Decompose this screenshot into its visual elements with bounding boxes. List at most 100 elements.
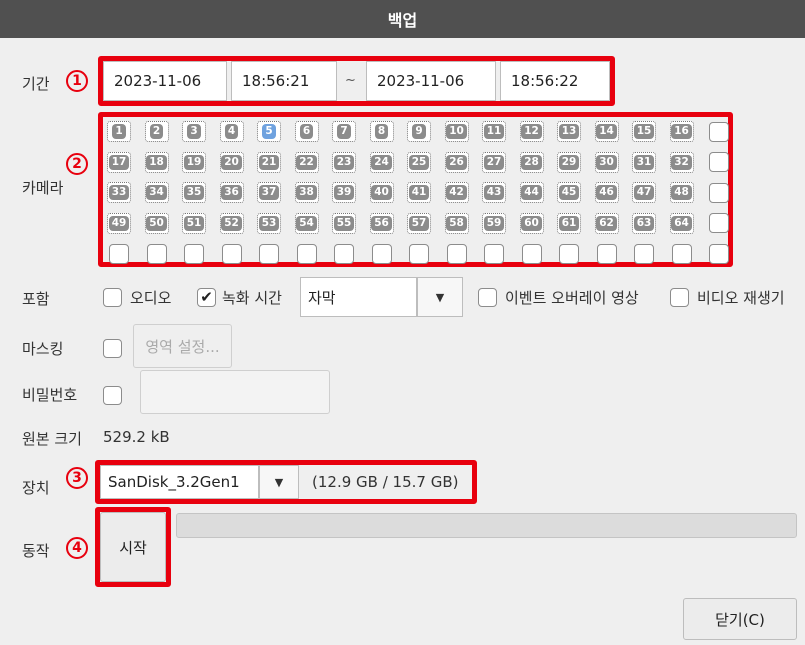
camera-29-toggle[interactable]: 29 (555, 150, 583, 175)
camera-column-14-checkbox[interactable] (593, 241, 621, 266)
password-input[interactable] (140, 370, 330, 414)
camera-column-11-checkbox[interactable] (480, 241, 508, 266)
camera-25-toggle[interactable]: 25 (405, 150, 433, 175)
camera-column-9-checkbox[interactable] (405, 241, 433, 266)
camera-34-toggle[interactable]: 34 (143, 180, 171, 205)
camera-24-toggle[interactable]: 24 (368, 150, 396, 175)
camera-43-toggle[interactable]: 43 (480, 180, 508, 205)
camera-36-toggle[interactable]: 36 (218, 180, 246, 205)
audio-checkbox[interactable] (103, 288, 122, 307)
camera-38-toggle[interactable]: 38 (293, 180, 321, 205)
camera-23-toggle[interactable]: 23 (330, 150, 358, 175)
camera-35-toggle[interactable]: 35 (180, 180, 208, 205)
camera-54-toggle[interactable]: 54 (293, 211, 321, 236)
camera-row-2-checkbox[interactable] (705, 150, 733, 175)
camera-18-toggle[interactable]: 18 (143, 150, 171, 175)
camera-20-toggle[interactable]: 20 (218, 150, 246, 175)
camera-column-4-checkbox[interactable] (218, 241, 246, 266)
area-setting-button[interactable]: 영역 설정... (133, 324, 232, 368)
camera-column-7-checkbox[interactable] (330, 241, 358, 266)
camera-58-toggle[interactable]: 58 (443, 211, 471, 236)
camera-22-toggle[interactable]: 22 (293, 150, 321, 175)
camera-57-toggle[interactable]: 57 (405, 211, 433, 236)
camera-all-checkbox[interactable] (705, 241, 733, 266)
camera-37-toggle[interactable]: 37 (255, 180, 283, 205)
rec-time-mode-select[interactable]: 자막 (300, 277, 417, 317)
camera-26-toggle[interactable]: 26 (443, 150, 471, 175)
close-button[interactable]: 닫기(C) (683, 598, 797, 640)
camera-column-6-checkbox[interactable] (293, 241, 321, 266)
camera-14-toggle[interactable]: 14 (593, 119, 621, 144)
device-dropdown[interactable]: ▼ (259, 465, 299, 499)
camera-31-toggle[interactable]: 31 (630, 150, 658, 175)
camera-47-toggle[interactable]: 47 (630, 180, 658, 205)
camera-17-toggle[interactable]: 17 (105, 150, 133, 175)
camera-6-toggle[interactable]: 6 (293, 119, 321, 144)
camera-column-10-checkbox[interactable] (443, 241, 471, 266)
camera-46-toggle[interactable]: 46 (593, 180, 621, 205)
camera-2-toggle[interactable]: 2 (143, 119, 171, 144)
camera-10-toggle[interactable]: 10 (443, 119, 471, 144)
camera-41-toggle[interactable]: 41 (405, 180, 433, 205)
camera-55-toggle[interactable]: 55 (330, 211, 358, 236)
camera-27-toggle[interactable]: 27 (480, 150, 508, 175)
camera-12-toggle[interactable]: 12 (518, 119, 546, 144)
camera-column-3-checkbox[interactable] (180, 241, 208, 266)
camera-11-toggle[interactable]: 11 (480, 119, 508, 144)
camera-48-toggle[interactable]: 48 (668, 180, 696, 205)
camera-44-toggle[interactable]: 44 (518, 180, 546, 205)
camera-7-toggle[interactable]: 7 (330, 119, 358, 144)
camera-column-12-checkbox[interactable] (518, 241, 546, 266)
camera-42-toggle[interactable]: 42 (443, 180, 471, 205)
start-button[interactable]: 시작 (100, 512, 166, 582)
camera-9-toggle[interactable]: 9 (405, 119, 433, 144)
password-checkbox[interactable] (103, 386, 122, 405)
camera-column-8-checkbox[interactable] (368, 241, 396, 266)
event-overlay-checkbox[interactable] (478, 288, 497, 307)
end-date-field[interactable]: 2023-11-06 (366, 61, 496, 101)
camera-51-toggle[interactable]: 51 (180, 211, 208, 236)
camera-53-toggle[interactable]: 53 (255, 211, 283, 236)
camera-28-toggle[interactable]: 28 (518, 150, 546, 175)
start-time-field[interactable]: 18:56:21 (231, 61, 337, 101)
camera-33-toggle[interactable]: 33 (105, 180, 133, 205)
start-date-field[interactable]: 2023-11-06 (103, 61, 227, 101)
end-time-field[interactable]: 18:56:22 (500, 61, 610, 101)
camera-32-toggle[interactable]: 32 (668, 150, 696, 175)
camera-19-toggle[interactable]: 19 (180, 150, 208, 175)
camera-1-toggle[interactable]: 1 (105, 119, 133, 144)
camera-40-toggle[interactable]: 40 (368, 180, 396, 205)
camera-15-toggle[interactable]: 15 (630, 119, 658, 144)
masking-checkbox[interactable] (103, 339, 122, 358)
video-player-checkbox[interactable] (670, 288, 689, 307)
camera-63-toggle[interactable]: 63 (630, 211, 658, 236)
camera-49-toggle[interactable]: 49 (105, 211, 133, 236)
camera-row-1-checkbox[interactable] (705, 119, 733, 144)
camera-56-toggle[interactable]: 56 (368, 211, 396, 236)
camera-64-toggle[interactable]: 64 (668, 211, 696, 236)
rec-time-mode-dropdown[interactable]: ▼ (417, 277, 463, 317)
camera-column-5-checkbox[interactable] (255, 241, 283, 266)
camera-30-toggle[interactable]: 30 (593, 150, 621, 175)
camera-13-toggle[interactable]: 13 (555, 119, 583, 144)
camera-59-toggle[interactable]: 59 (480, 211, 508, 236)
camera-60-toggle[interactable]: 60 (518, 211, 546, 236)
camera-62-toggle[interactable]: 62 (593, 211, 621, 236)
camera-61-toggle[interactable]: 61 (555, 211, 583, 236)
camera-39-toggle[interactable]: 39 (330, 180, 358, 205)
camera-52-toggle[interactable]: 52 (218, 211, 246, 236)
camera-16-toggle[interactable]: 16 (668, 119, 696, 144)
camera-45-toggle[interactable]: 45 (555, 180, 583, 205)
camera-row-3-checkbox[interactable] (705, 180, 733, 205)
camera-column-2-checkbox[interactable] (143, 241, 171, 266)
camera-8-toggle[interactable]: 8 (368, 119, 396, 144)
device-select[interactable]: SanDisk_3.2Gen1 (100, 465, 259, 499)
camera-column-1-checkbox[interactable] (105, 241, 133, 266)
camera-5-toggle[interactable]: 5 (255, 119, 283, 144)
camera-50-toggle[interactable]: 50 (143, 211, 171, 236)
camera-column-15-checkbox[interactable] (630, 241, 658, 266)
camera-column-13-checkbox[interactable] (555, 241, 583, 266)
camera-3-toggle[interactable]: 3 (180, 119, 208, 144)
camera-21-toggle[interactable]: 21 (255, 150, 283, 175)
camera-column-16-checkbox[interactable] (668, 241, 696, 266)
